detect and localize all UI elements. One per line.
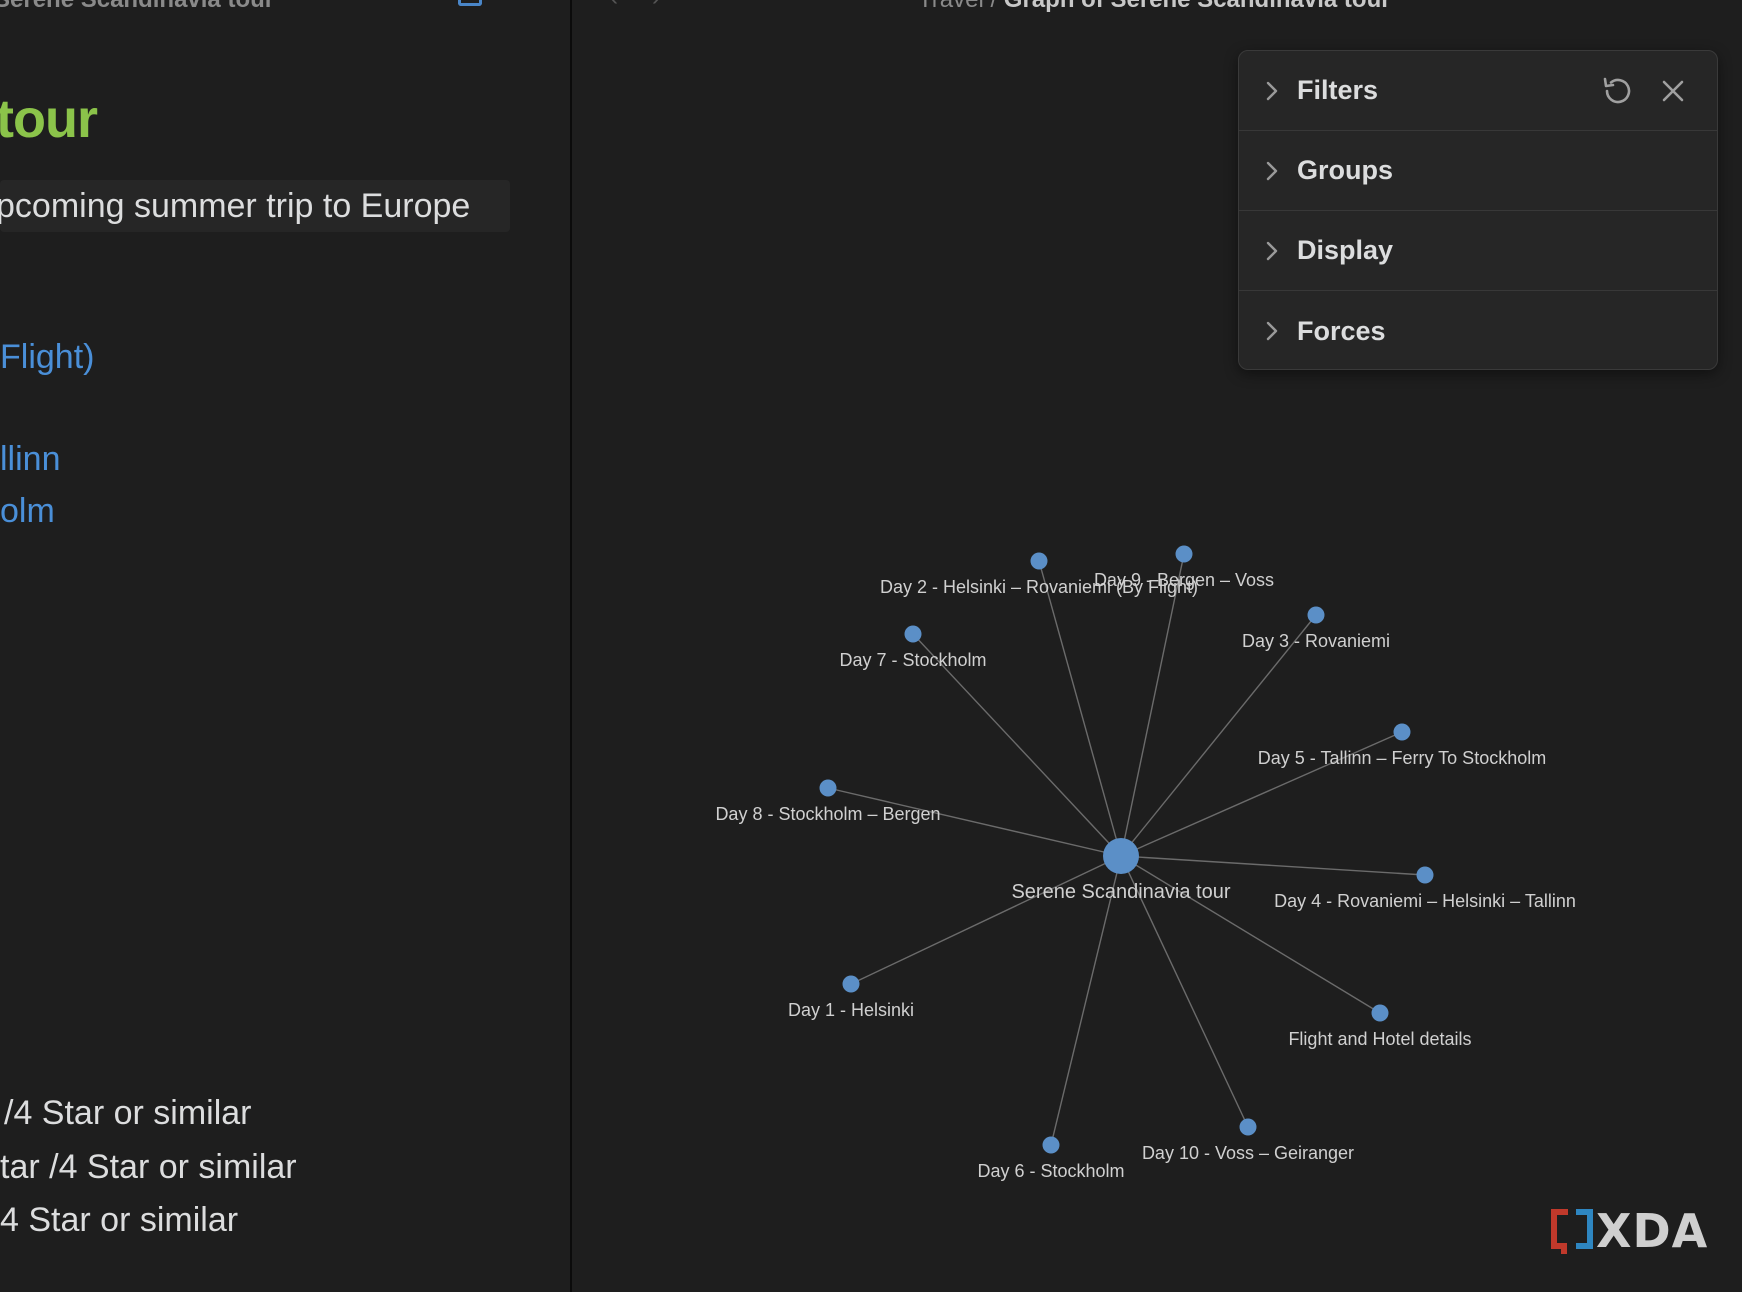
graph-link: [1120, 855, 1426, 876]
graph-node-label: Day 10 - Voss – Geiranger: [1142, 1143, 1354, 1163]
forces-section[interactable]: Forces: [1239, 291, 1717, 369]
chevron-right-icon: [1239, 161, 1297, 181]
note-link-tallinn[interactable]: llinn: [0, 440, 60, 479]
note-link-stockholm[interactable]: olm: [0, 492, 55, 531]
graph-node-label: Day 3 - Rovaniemi: [1242, 631, 1390, 651]
close-icon[interactable]: [1653, 71, 1693, 111]
graph-node-label: Day 9 - Bergen – Voss: [1094, 570, 1274, 590]
hotel-line-3: 4 Star or similar: [0, 1201, 239, 1239]
graph-node-label: Day 1 - Helsinki: [788, 1000, 914, 1020]
graph-node[interactable]: [1030, 552, 1048, 570]
graph-link: [1120, 855, 1381, 1014]
graph-node[interactable]: [819, 779, 837, 797]
graph-node-label: Day 4 - Rovaniemi – Helsinki – Tallinn: [1274, 891, 1576, 911]
editor-pane: Serene Scandinavia tour tour pcoming sum…: [0, 0, 572, 1292]
tab-action-icon[interactable]: [458, 0, 482, 6]
graph-node[interactable]: [1416, 866, 1434, 884]
note-title: tour: [0, 89, 98, 149]
graph-center-label: Serene Scandinavia tour: [1011, 881, 1230, 903]
graph-node-label: Day 5 - Tallinn – Ferry To Stockholm: [1258, 748, 1546, 768]
hotel-line-1: /4 Star or similar: [4, 1094, 252, 1132]
graph-controls-panel: Filters Groups Display Forces: [1238, 50, 1718, 370]
graph-node[interactable]: [1175, 545, 1193, 563]
graph-node-label: Day 6 - Stockholm: [977, 1161, 1124, 1181]
hotel-line-2: tar /4 Star or similar: [0, 1148, 297, 1186]
chevron-right-icon: [1239, 81, 1297, 101]
note-subtitle: pcoming summer trip to Europe: [0, 180, 510, 232]
graph-link: [1120, 553, 1185, 857]
graph-node[interactable]: [842, 975, 860, 993]
xda-logo-icon: [1551, 1209, 1593, 1254]
graph-link: [850, 855, 1122, 985]
forces-label: Forces: [1297, 315, 1386, 346]
groups-label: Groups: [1297, 155, 1394, 185]
graph-node[interactable]: [904, 625, 922, 643]
graph-center-node[interactable]: [1103, 838, 1139, 874]
graph-node[interactable]: [1307, 606, 1325, 624]
graph-node[interactable]: [1239, 1118, 1257, 1136]
graph-node-label: Flight and Hotel details: [1288, 1029, 1471, 1049]
graph-node[interactable]: [1371, 1004, 1389, 1022]
groups-section[interactable]: Groups: [1239, 131, 1717, 211]
graph-node[interactable]: [1393, 723, 1411, 741]
editor-tab-title[interactable]: Serene Scandinavia tour: [0, 0, 274, 14]
chevron-right-icon: [1239, 321, 1297, 341]
display-section[interactable]: Display: [1239, 211, 1717, 291]
graph-node-label: Day 7 - Stockholm: [839, 650, 986, 670]
watermark-text: XDA: [1596, 1204, 1709, 1258]
restore-icon[interactable]: [1597, 71, 1637, 111]
chevron-right-icon: [1239, 241, 1297, 261]
graph-node-label: Day 8 - Stockholm – Bergen: [715, 804, 940, 824]
filters-label: Filters: [1297, 75, 1379, 105]
filters-section[interactable]: Filters: [1239, 51, 1717, 131]
display-label: Display: [1297, 235, 1394, 265]
note-link-day2[interactable]: Flight): [0, 338, 94, 377]
graph-link: [1120, 614, 1317, 857]
xda-watermark: XDA: [1548, 1204, 1708, 1258]
graph-node[interactable]: [1042, 1136, 1060, 1154]
